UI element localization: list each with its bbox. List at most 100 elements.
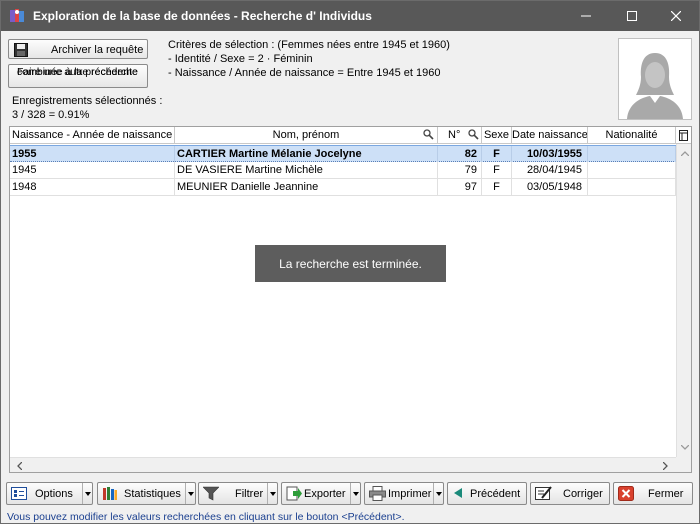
status-bar-text: Vous pouvez modifier les valeurs recherc… xyxy=(7,511,405,523)
selected-records-label: Enregistrements sélectionnés : xyxy=(12,95,163,107)
corriger-button[interactable]: Corriger xyxy=(530,482,610,505)
maximize-icon xyxy=(627,11,637,21)
options-button[interactable]: Options xyxy=(6,482,93,505)
window: Exploration de la base de données - Rech… xyxy=(0,0,700,524)
combine-search-button[interactable]: Faire une autre recherche combinée à la p… xyxy=(8,64,148,88)
statistiques-dropdown[interactable] xyxy=(185,483,195,504)
close-window-button[interactable] xyxy=(653,1,699,31)
column-header-sex[interactable]: Sexe xyxy=(482,127,512,144)
cell-number: 82 xyxy=(438,146,482,162)
precedent-button[interactable]: Précédent xyxy=(447,482,527,505)
filtrer-dropdown[interactable] xyxy=(267,483,277,504)
criteria-line: - Naissance / Année de naissance = Entre… xyxy=(168,67,441,79)
selected-records-value: 3 / 328 = 0.91% xyxy=(12,109,90,121)
column-chooser-icon xyxy=(679,130,688,141)
filtrer-label: Filtrer xyxy=(235,488,264,500)
minimize-button[interactable] xyxy=(563,1,609,31)
table-header: Naissance - Année de naissance Nom, prén… xyxy=(10,127,691,144)
export-icon xyxy=(286,486,302,501)
search-icon[interactable] xyxy=(468,129,479,140)
criteria-line: - Identité / Sexe = 2 · Féminin xyxy=(168,53,313,65)
imprimer-dropdown[interactable] xyxy=(433,483,443,504)
caret-down-icon xyxy=(187,491,194,496)
search-icon[interactable] xyxy=(423,129,434,140)
cell-sex: F xyxy=(482,162,512,178)
cell-number: 97 xyxy=(438,179,482,195)
printer-icon xyxy=(369,486,386,501)
chevron-right-icon xyxy=(663,461,668,470)
cell-sex: F xyxy=(482,146,512,162)
cell-birth-date: 28/04/1945 xyxy=(512,162,588,178)
cell-sex: F xyxy=(482,179,512,195)
filtrer-button[interactable]: Filtrer xyxy=(198,482,278,505)
cell-number: 79 xyxy=(438,162,482,178)
search-complete-toast: La recherche est terminée. xyxy=(255,245,446,282)
exporter-button[interactable]: Exporter xyxy=(281,482,361,505)
close-icon xyxy=(671,11,681,21)
column-header-number-label: N° xyxy=(448,129,461,141)
scroll-right-button[interactable] xyxy=(658,458,673,472)
horizontal-scrollbar[interactable] xyxy=(10,457,676,472)
selected-records: Enregistrements sélectionnés : 3 / 328 =… xyxy=(12,94,162,122)
arrow-left-icon xyxy=(454,488,462,498)
corriger-label: Corriger xyxy=(563,488,603,500)
books-icon xyxy=(103,487,117,500)
statistiques-button[interactable]: Statistiques xyxy=(97,482,196,505)
filter-icon xyxy=(203,486,219,501)
female-silhouette-icon xyxy=(627,53,683,119)
selection-criteria: Critères de sélection : (Femmes nées ent… xyxy=(168,38,450,80)
column-header-name-label: Nom, prénom xyxy=(272,129,340,141)
caret-down-icon xyxy=(435,491,442,496)
table-row[interactable]: 1948 MEUNIER Danielle Jeannine 97 F 03/0… xyxy=(10,179,676,196)
cell-name: MEUNIER Danielle Jeannine xyxy=(175,179,438,195)
vertical-scrollbar[interactable] xyxy=(676,144,691,457)
options-dropdown[interactable] xyxy=(82,483,92,504)
cell-birth-year: 1948 xyxy=(10,179,175,195)
minimize-icon xyxy=(581,15,591,17)
exporter-dropdown[interactable] xyxy=(350,483,360,504)
caret-down-icon xyxy=(84,491,91,496)
maximize-button[interactable] xyxy=(609,1,655,31)
edit-icon xyxy=(535,486,552,500)
table-row[interactable]: 1945 DE VASIERE Martine Michèle 79 F 28/… xyxy=(10,162,676,179)
cell-name: CARTIER Martine Mélanie Jocelyne xyxy=(175,146,438,162)
column-header-name[interactable]: Nom, prénom xyxy=(175,127,438,144)
options-icon xyxy=(11,487,27,500)
cell-birth-year: 1955 xyxy=(10,146,175,162)
fermer-label: Fermer xyxy=(648,488,684,500)
fermer-button[interactable]: Fermer xyxy=(613,482,693,505)
cell-nationality xyxy=(588,179,676,195)
column-header-birth-date[interactable]: Date naissance xyxy=(512,127,588,144)
floppy-disk-icon xyxy=(14,43,28,57)
person-photo xyxy=(618,38,692,120)
title-bar[interactable]: Exploration de la base de données - Rech… xyxy=(1,1,699,31)
chevron-left-icon xyxy=(17,461,22,470)
precedent-label: Précédent xyxy=(470,488,521,500)
scroll-left-button[interactable] xyxy=(12,458,27,472)
column-header-birth-year[interactable]: Naissance - Année de naissance xyxy=(10,127,175,144)
chevron-up-icon xyxy=(680,151,689,156)
close-icon xyxy=(618,486,634,501)
combine-label-line2: combinée à la précédente xyxy=(17,66,138,78)
cell-name: DE VASIERE Martine Michèle xyxy=(175,162,438,178)
archive-query-button[interactable]: Archiver la requête xyxy=(8,39,148,59)
scroll-down-button[interactable] xyxy=(677,440,691,455)
cell-nationality xyxy=(588,162,676,178)
table-row[interactable]: 1955 CARTIER Martine Mélanie Jocelyne 82… xyxy=(10,145,676,162)
column-header-nationality[interactable]: Nationalité xyxy=(588,127,676,144)
window-title: Exploration de la base de données - Rech… xyxy=(33,9,372,23)
scroll-up-button[interactable] xyxy=(677,146,691,161)
cell-birth-date: 03/05/1948 xyxy=(512,179,588,195)
imprimer-button[interactable]: Imprimer xyxy=(364,482,444,505)
statistiques-label: Statistiques xyxy=(124,488,181,500)
column-header-number[interactable]: N° xyxy=(438,127,482,144)
caret-down-icon xyxy=(352,491,359,496)
imprimer-label: Imprimer xyxy=(388,488,432,500)
exporter-label: Exporter xyxy=(304,488,346,500)
cell-birth-year: 1945 xyxy=(10,162,175,178)
column-chooser-button[interactable] xyxy=(676,127,691,144)
chevron-down-icon xyxy=(680,445,689,450)
cell-birth-date: 10/03/1955 xyxy=(512,146,588,162)
archive-query-label: Archiver la requête xyxy=(51,44,144,56)
app-icon xyxy=(10,9,24,22)
